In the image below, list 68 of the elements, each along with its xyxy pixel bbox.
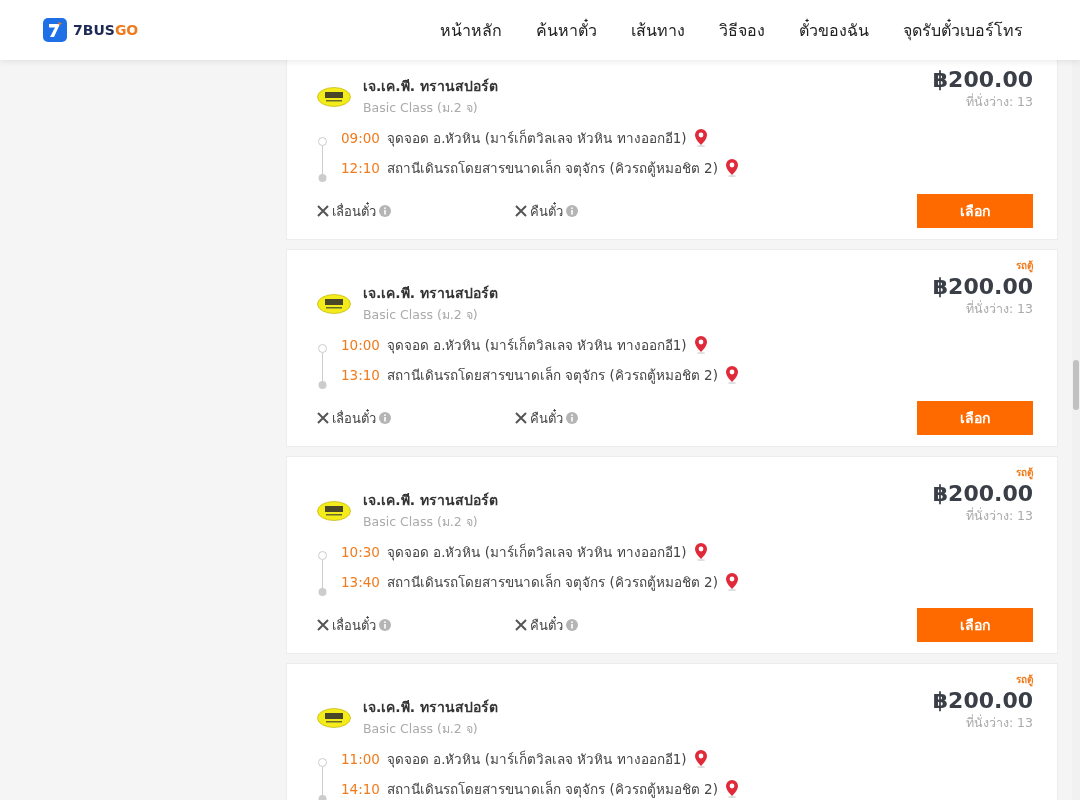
vehicle-type-label: รถตู้ — [1016, 259, 1033, 272]
operator-name: เจ.เค.พี. ทรานสปอร์ต — [363, 491, 498, 510]
class-label: Basic Class (ม.2 จ) — [363, 513, 479, 531]
seats-available: ที่นั่งว่าง: 13 — [965, 713, 1033, 732]
map-pin-icon[interactable] — [724, 366, 739, 384]
cross-icon — [317, 619, 329, 631]
policy-label: คืนตั๋ว — [530, 615, 563, 635]
operator-name: เจ.เค.พี. ทรานสปอร์ต — [363, 284, 498, 303]
class-label: Basic Class (ม.2 จ) — [363, 306, 479, 324]
price: ฿200.00 — [932, 67, 1033, 92]
map-pin-icon[interactable] — [724, 573, 739, 591]
cross-icon — [317, 205, 329, 217]
stop-time: 13:40 — [341, 574, 380, 590]
seats-available: ที่นั่งว่าง: 13 — [965, 299, 1033, 318]
stop-time: 11:00 — [341, 751, 380, 767]
policy-label: เลื่อนตั๋ว — [332, 408, 376, 428]
operator-logo-icon — [317, 707, 351, 728]
logo-icon — [43, 18, 67, 42]
operator-name: เจ.เค.พี. ทรานสปอร์ต — [363, 77, 498, 96]
stop-name: จุดจอด อ.หัวหิน (มาร์เก็ตวิลเลจ หัวหิน ทางออกอี1) — [386, 749, 687, 770]
policy-label: คืนตั๋ว — [530, 408, 563, 428]
price: ฿200.00 — [932, 688, 1033, 713]
seats-available: ที่นั่งว่าง: 13 — [965, 92, 1033, 111]
nav-link[interactable]: จุดรับตั๋วเบอร์โทร — [903, 17, 1023, 43]
cross-icon — [515, 205, 527, 217]
price: ฿200.00 — [932, 481, 1033, 506]
vehicle-type-label: รถตู้ — [1016, 673, 1033, 686]
operator-logo-icon — [317, 86, 351, 107]
map-pin-icon[interactable] — [693, 543, 708, 561]
cross-icon — [317, 412, 329, 424]
stop-name: จุดจอด อ.หัวหิน (มาร์เก็ตวิลเลจ หัวหิน ทางออกอี1) — [386, 542, 687, 563]
nav-link[interactable]: วิธีจอง — [719, 17, 765, 43]
scrollbar-thumb[interactable] — [1073, 360, 1079, 410]
class-label: Basic Class (ม.2 จ) — [363, 99, 479, 117]
operator-logo-icon — [317, 293, 351, 314]
map-pin-icon[interactable] — [693, 750, 708, 768]
price: ฿200.00 — [932, 274, 1033, 299]
class-label: Basic Class (ม.2 จ) — [363, 720, 479, 738]
stop-name: สถานีเดินรถโดยสารขนาดเล็ก จตุจักร (คิวรถตู้หมอชิต 2) — [386, 779, 718, 800]
nav-link[interactable]: ตั๋วของฉัน — [799, 17, 869, 43]
map-pin-icon[interactable] — [724, 159, 739, 177]
seats-available: ที่นั่งว่าง: 13 — [965, 506, 1033, 525]
map-pin-icon[interactable] — [693, 336, 708, 354]
logo[interactable]: 7BUSGO — [43, 18, 139, 42]
nav-link[interactable]: หน้าหลัก — [440, 17, 502, 43]
stop-time: 13:10 — [341, 367, 380, 383]
cross-icon — [515, 619, 527, 631]
policy-label: คืนตั๋ว — [530, 201, 563, 221]
stop-name: จุดจอด อ.หัวหิน (มาร์เก็ตวิลเลจ หัวหิน ทางออกอี1) — [386, 335, 687, 356]
vehicle-type-label: รถตู้ — [1016, 466, 1033, 479]
stop-time: 09:00 — [341, 130, 380, 146]
stop-time: 12:10 — [341, 160, 380, 176]
stop-name: สถานีเดินรถโดยสารขนาดเล็ก จตุจักร (คิวรถตู้หมอชิต 2) — [386, 365, 718, 386]
stop-time: 10:00 — [341, 337, 380, 353]
map-pin-icon[interactable] — [693, 129, 708, 147]
operator-logo-icon — [317, 500, 351, 521]
stop-name: สถานีเดินรถโดยสารขนาดเล็ก จตุจักร (คิวรถตู้หมอชิต 2) — [386, 158, 718, 179]
stop-name: สถานีเดินรถโดยสารขนาดเล็ก จตุจักร (คิวรถตู้หมอชิต 2) — [386, 572, 718, 593]
stop-time: 10:30 — [341, 544, 380, 560]
stop-name: จุดจอด อ.หัวหิน (มาร์เก็ตวิลเลจ หัวหิน ทางออกอี1) — [386, 128, 687, 149]
operator-name: เจ.เค.พี. ทรานสปอร์ต — [363, 698, 498, 717]
cross-icon — [515, 412, 527, 424]
map-pin-icon[interactable] — [724, 780, 739, 798]
nav-link[interactable]: ค้นหาตั๋ว — [536, 17, 597, 43]
nav-link[interactable]: เส้นทาง — [631, 17, 685, 43]
stop-time: 14:10 — [341, 781, 380, 797]
policy-label: เลื่อนตั๋ว — [332, 615, 376, 635]
policy-label: เลื่อนตั๋ว — [332, 201, 376, 221]
